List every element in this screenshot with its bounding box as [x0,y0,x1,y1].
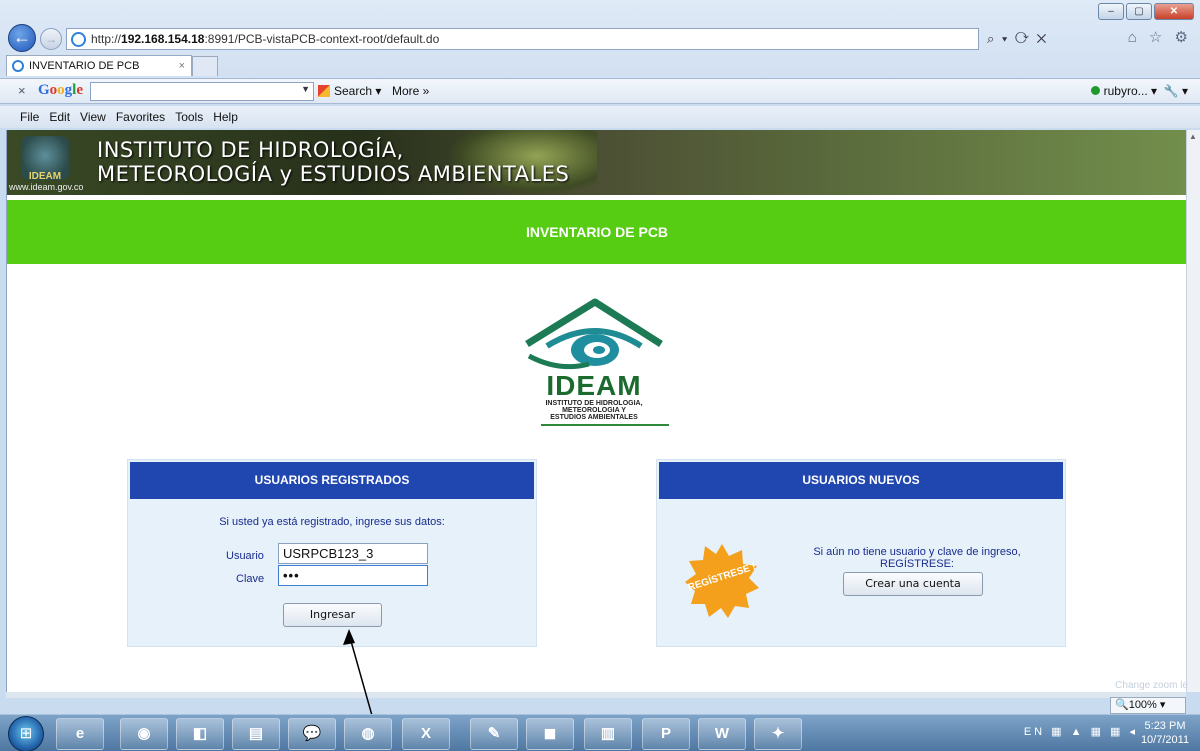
maximize-button[interactable]: ▢ [1126,3,1152,20]
new-users-heading: USUARIOS NUEVOS [659,462,1063,499]
window-controls: – ▢ ✕ [1098,3,1194,20]
taskbar-ppt-icon[interactable]: P [642,718,690,750]
banner-title: INSTITUTO DE HIDROLOGÍA, METEOROLOGÍA y … [97,138,569,186]
taskbar-paint-icon[interactable]: ✦ [754,718,802,750]
taskbar-excel-icon[interactable]: X [402,718,450,750]
ideam-logo: IDEAM INSTITUTO DE HIDROLOGIA, METEOROLO… [519,298,669,426]
close-window-button[interactable]: ✕ [1154,3,1194,20]
tab-label: INVENTARIO DE PCB [29,60,140,72]
address-row: ← → http://192.168.154.18:8991/PCB-vista… [0,22,1200,52]
google-user-menu[interactable]: rubyro... ▾ 🔧 ▾ [1090,84,1188,98]
address-tools[interactable]: ⌕ ▾ ⟳ ✕ [981,28,1103,50]
google-toolbar: × Google ▼ Search ▾ More » rubyro... ▾ 🔧… [0,78,1200,104]
address-host: 192.168.154.18 [121,32,205,46]
registrese-badge: REGÍSTRESE ! [683,542,761,620]
menu-edit[interactable]: Edit [49,106,70,128]
google-search-button[interactable]: Search ▾ [318,84,381,98]
banner-url: www.ideam.gov.co [9,182,84,192]
usuario-input[interactable]: USRPCB123_3 [278,543,428,564]
chevron-down-icon[interactable]: ▼ [301,84,310,94]
home-favorites-tools-icons[interactable]: ⌂ ☆ ⚙ [1128,28,1192,46]
ideam-swirl-icon [525,298,663,370]
horizontal-scrollbar[interactable] [6,692,1186,698]
menu-file[interactable]: File [20,106,39,128]
usuario-label: Usuario [226,550,264,562]
tab-row: INVENTARIO DE PCB × [0,54,1200,76]
google-search-input[interactable]: ▼ [90,82,314,101]
windows-taskbar: ⊞ e ◉ ◧ ▤ 💬 ◍ X ✎ ◼ ▥ P W ✦ EN ▦ ▲ ▦ ▦ ◂… [0,714,1200,751]
forward-button[interactable]: → [40,28,62,50]
menu-favorites[interactable]: Favorites [116,106,165,128]
back-button[interactable]: ← [8,24,36,52]
ideam-sub-line3: ESTUDIOS AMBIENTALES [550,414,638,421]
clock-date: 10/7/2011 [1140,734,1190,746]
clave-input[interactable]: ••• [278,565,428,586]
google-search-label: Search ▾ [334,84,382,98]
page-viewport: IDEAM www.ideam.gov.co INSTITUTO DE HIDR… [6,130,1186,692]
crear-cuenta-button[interactable]: Crear una cuenta [843,572,983,596]
system-tray[interactable]: EN ▦ ▲ ▦ ▦ ◂ [1024,725,1138,738]
toolbar-close-icon[interactable]: × [18,83,26,98]
registered-users-panel: USUARIOS REGISTRADOS Si usted ya está re… [127,459,537,647]
ideam-logo-subtitle: INSTITUTO DE HIDROLOGIA, METEOROLOGIA Y … [519,400,669,421]
address-path: :8991/PCB-vistaPCB-context-root/default.… [204,32,440,46]
menu-bar: File Edit View Favorites Tools Help [0,106,1200,128]
google-user-label: rubyro... ▾ [1103,84,1158,98]
registered-users-heading: USUARIOS REGISTRADOS [130,462,534,499]
minimize-button[interactable]: – [1098,3,1124,20]
taskbar-folder-icon[interactable]: ▤ [232,718,280,750]
ideam-sub-line2: METEOROLOGIA Y [562,407,626,414]
taskbar-app-icon[interactable]: ◍ [344,718,392,750]
ie-tab-icon [12,60,24,72]
clock-time: 5:23 PM [1144,720,1186,732]
taskbar-database-icon[interactable]: ▥ [584,718,632,750]
search-logo-icon [318,85,330,97]
tab-close-icon[interactable]: × [179,56,185,76]
ideam-banner-logo: IDEAM [21,136,69,182]
menu-help[interactable]: Help [213,106,238,128]
taskbar-ie-icon[interactable]: e [56,718,104,750]
taskbar-oracle-icon[interactable]: ◼ [526,718,574,750]
taskbar-word-icon[interactable]: W [698,718,746,750]
taskbar-talk-icon[interactable]: 💬 [288,718,336,750]
taskbar-notepad-icon[interactable]: ✎ [470,718,518,750]
ie-page-icon [71,32,86,47]
address-prefix: http:// [91,32,122,46]
wrench-icon[interactable]: 🔧 ▾ [1164,84,1188,98]
clock[interactable]: 5:23 PM 10/7/2011 [1138,719,1192,747]
registered-intro: Si usted ya está registrado, ingrese sus… [219,516,445,528]
banner-title-line2: METEOROLOGÍA y ESTUDIOS AMBIENTALES [97,162,570,186]
new-users-panel: USUARIOS NUEVOS REGÍSTRESE ! Si aún no t… [656,459,1066,647]
banner-title-line1: INSTITUTO DE HIDROLOGÍA, [97,138,404,162]
vertical-scrollbar[interactable]: ▲ [1186,130,1200,692]
new-users-intro: Si aún no tiene usuario y clave de ingre… [813,546,1021,570]
menu-tools[interactable]: Tools [175,106,203,128]
google-logo: Google [38,82,84,98]
start-button[interactable]: ⊞ [8,716,44,751]
logo-underline [541,424,669,426]
page-title: INVENTARIO DE PCB [525,224,669,240]
page-header-bar: INVENTARIO DE PCB [7,200,1186,264]
clave-label: Clave [236,573,265,585]
scroll-up-icon[interactable]: ▲ [1189,132,1197,141]
menu-view[interactable]: View [80,106,106,128]
online-status-icon [1090,86,1100,95]
zoom-control[interactable]: 🔍100% ▾ [1110,697,1186,714]
taskbar-app-red-icon[interactable]: ◉ [120,718,168,750]
ingresar-button[interactable]: Ingresar [283,603,382,627]
tab-inventario[interactable]: INVENTARIO DE PCB × [6,55,192,76]
ideam-banner: IDEAM www.ideam.gov.co INSTITUTO DE HIDR… [7,130,1186,195]
ideam-sub-line1: INSTITUTO DE HIDROLOGIA, [545,400,643,407]
taskbar-outlook-icon[interactable]: ◧ [176,718,224,750]
more-button[interactable]: More » [392,84,429,98]
ideam-logo-word: IDEAM [546,370,642,401]
banner-logo-text: IDEAM [28,171,62,182]
new-tab-button[interactable] [192,56,218,76]
zoom-tooltip: Change zoom le [1115,680,1188,691]
address-bar[interactable]: http://192.168.154.18:8991/PCB-vistaPCB-… [66,28,979,50]
